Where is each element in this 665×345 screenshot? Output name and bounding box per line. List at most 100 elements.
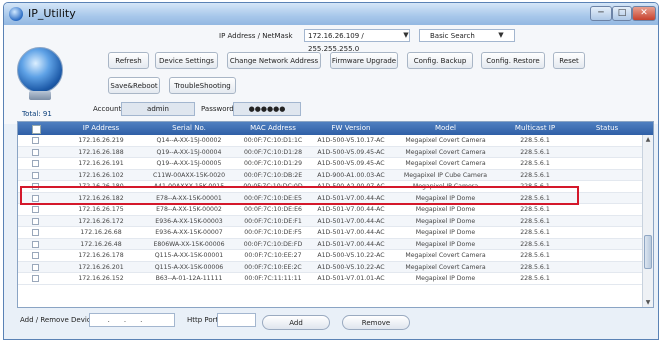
cell-serial: E806WA-XX-15K-00006 — [153, 240, 225, 248]
vertical-scrollbar[interactable]: ▲ ▼ — [642, 135, 653, 307]
cell-serial: Q115-A-XX-15K-00001 — [154, 252, 224, 259]
cell-mac: 00:0F:7C:10:DE:F5 — [244, 229, 302, 236]
scroll-down-icon[interactable]: ▼ — [643, 298, 653, 307]
cell-mac: 00:0F:7C:10:DB:2E — [243, 171, 303, 179]
cell-serial: E78--A-XX-15K-00002 — [156, 206, 222, 213]
table-row[interactable]: 172.16.26.48 E806WA-XX-15K-00006 00:0F:7C:… — [18, 238, 645, 250]
cell-ip: 172.16.26.172 — [78, 217, 124, 225]
add-button[interactable]: Add — [262, 315, 330, 330]
header-ip-address[interactable]: IP Address — [58, 122, 144, 135]
troubleshooting-button[interactable]: TroubleShooting — [169, 77, 236, 94]
remove-button[interactable]: Remove — [342, 315, 410, 330]
row-checkbox[interactable] — [32, 206, 39, 213]
total-count: Total: 91 — [22, 110, 52, 118]
cell-status — [569, 204, 645, 215]
device-settings-button[interactable]: Device Settings — [155, 52, 218, 69]
refresh-button[interactable]: Refresh — [108, 52, 149, 69]
close-button[interactable]: ✕ — [632, 6, 656, 21]
device-ip-input[interactable]: ... — [89, 313, 175, 327]
table-row[interactable]: 172.16.26.172 E936-A-XX-15K-00003 00:0F:7C… — [18, 215, 645, 227]
table-header: IP Address Serial No. MAC Address FW Ver… — [18, 122, 653, 135]
config-backup-button[interactable]: Config. Backup — [407, 52, 473, 69]
reset-button[interactable]: Reset — [553, 52, 585, 69]
table-row[interactable]: 172.16.26.191 Q19--A-XX-15J-00005 00:0F:7C… — [18, 158, 645, 170]
cell-mac: 00:0F:7C:10:DE:FD — [243, 240, 303, 248]
firmware-upgrade-button[interactable]: Firmware Upgrade — [330, 52, 398, 69]
cell-ip: 172.16.26.201 — [78, 263, 124, 271]
row-checkbox[interactable] — [32, 252, 39, 259]
header-mac-address[interactable]: MAC Address — [234, 122, 312, 135]
cell-serial: B63--A-01-12A-11111 — [155, 275, 223, 282]
table-row[interactable]: 172.16.26.152 B63--A-01-12A-11111 00:0F:7C… — [18, 273, 645, 285]
cell-status — [569, 227, 645, 238]
cell-mac: 00:0F:7C:10:DE:E6 — [244, 206, 302, 213]
row-checkbox[interactable] — [32, 263, 39, 271]
header-fw-version[interactable]: FW Version — [312, 122, 390, 135]
title-bar: IP_Utility ─ □ ✕ — [4, 3, 658, 26]
selection-highlight-box — [20, 186, 579, 205]
row-checkbox[interactable] — [32, 217, 39, 225]
table-row[interactable]: 172.16.26.178 Q115-A-XX-15K-00001 00:0F:7C… — [18, 250, 645, 262]
header-serial-no[interactable]: Serial No. — [144, 122, 234, 135]
cell-model: Megapixel Covert Camera — [405, 148, 486, 156]
password-label: Password — [201, 105, 234, 113]
globe-logo-icon — [17, 47, 63, 93]
config-restore-button[interactable]: Config. Restore — [481, 52, 545, 69]
cell-model: Megapixel IP Dome — [415, 275, 476, 282]
cell-model: Megapixel Covert Camera — [405, 263, 486, 271]
cell-mac: 00:0F:7C:10:D1:1C — [243, 137, 303, 144]
cell-multicast: 228.5.6.1 — [520, 229, 550, 236]
table-row[interactable]: 172.16.26.219 Q14--A-XX-15J-00002 00:0F:7C… — [18, 135, 645, 147]
cell-multicast: 228.5.6.1 — [520, 275, 550, 282]
cell-fw: A1D-500-V5.09.45-AC — [317, 148, 385, 156]
cell-multicast: 228.5.6.1 — [520, 160, 550, 167]
cell-fw: A1D-500-V5.09.45-AC — [317, 160, 385, 167]
change-network-address-button[interactable]: Change Network Address — [227, 52, 321, 69]
cell-ip: 172.16.26.102 — [78, 171, 124, 179]
row-checkbox[interactable] — [32, 275, 39, 282]
table-row[interactable]: 172.16.26.188 Q19--A-XX-15J-00004 00:0F:7C… — [18, 146, 645, 158]
account-label: Account — [93, 105, 122, 113]
cell-ip: 172.16.26.191 — [78, 160, 124, 167]
cell-status — [569, 193, 645, 204]
row-checkbox[interactable] — [32, 240, 39, 248]
search-mode-dropdown-icon[interactable]: ▼ — [496, 29, 506, 42]
cell-status — [569, 170, 645, 181]
header-status[interactable]: Status — [569, 122, 645, 135]
select-all-checkbox[interactable] — [32, 125, 41, 134]
table-row[interactable]: 172.16.26.102 C11W-00AXX-15K-0020 00:0F:7C… — [18, 169, 645, 181]
cell-ip: 172.16.26.175 — [78, 206, 124, 213]
device-table: IP Address Serial No. MAC Address FW Ver… — [17, 121, 654, 308]
row-checkbox[interactable] — [32, 148, 39, 156]
header-model[interactable]: Model — [390, 122, 501, 135]
scrollbar-thumb[interactable] — [644, 235, 652, 269]
http-port-input[interactable] — [217, 313, 256, 327]
maximize-button[interactable]: □ — [612, 6, 632, 21]
save-reboot-button[interactable]: Save&Reboot — [108, 77, 160, 94]
row-checkbox[interactable] — [32, 229, 39, 236]
scroll-up-icon[interactable]: ▲ — [643, 135, 653, 144]
http-port-label: Http Port — [187, 316, 219, 324]
cell-multicast: 228.5.6.1 — [520, 240, 550, 248]
row-checkbox[interactable] — [32, 160, 39, 167]
account-input[interactable]: admin — [121, 102, 195, 116]
cell-status — [569, 262, 645, 273]
password-input[interactable]: ●●●●●● — [233, 102, 301, 116]
cell-status — [569, 239, 645, 250]
header-multicast-ip[interactable]: Multicast IP — [501, 122, 569, 135]
row-checkbox[interactable] — [32, 171, 39, 179]
table-row[interactable]: 172.16.26.68 E936-A-XX-15K-00007 00:0F:7C:… — [18, 227, 645, 239]
cell-mac: 00:0F:7C:10:D1:28 — [243, 148, 303, 156]
minimize-button[interactable]: ─ — [590, 6, 612, 21]
cell-ip: 172.16.26.219 — [78, 137, 124, 144]
filter-dropdown-icon[interactable]: ▼ — [401, 29, 411, 42]
table-row[interactable]: 172.16.26.175 E78--A-XX-15K-00002 00:0F:7C… — [18, 204, 645, 216]
cell-mac: 00:0F:7C:10:D1:29 — [243, 160, 303, 167]
cell-fw: A1D-900-A1.00.03-AC — [317, 171, 385, 179]
cell-model: Megapixel IP Dome — [415, 206, 476, 213]
cell-status — [569, 216, 645, 227]
row-checkbox[interactable] — [32, 137, 39, 144]
table-row[interactable]: 172.16.26.201 Q115-A-XX-15K-00006 00:0F:7C… — [18, 261, 645, 273]
cell-ip: 172.16.26.188 — [78, 148, 124, 156]
ip-filter-input[interactable]: 172.16.26.109 / 255.255.255.0 — [304, 29, 410, 53]
